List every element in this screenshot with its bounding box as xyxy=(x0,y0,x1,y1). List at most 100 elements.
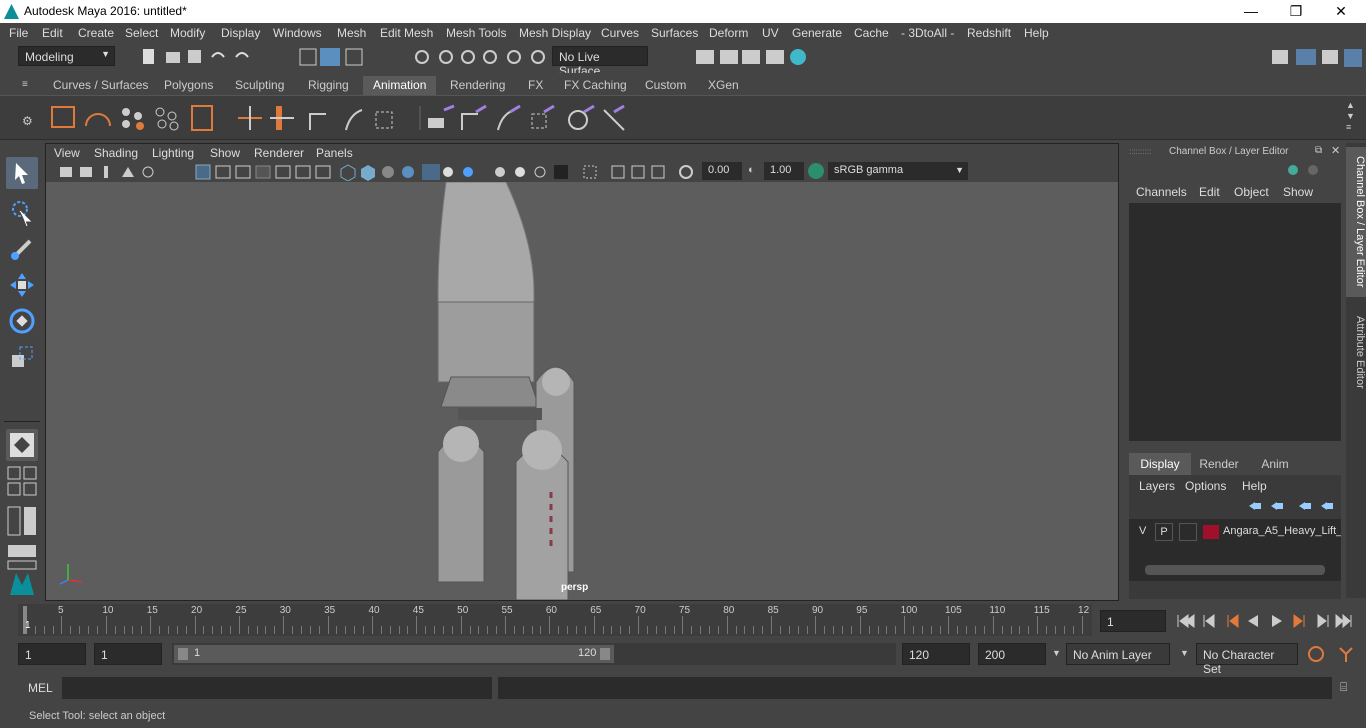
tab-custom[interactable]: Custom xyxy=(635,76,696,95)
maximize-button[interactable]: ❐ xyxy=(1273,0,1319,23)
tab-xgen[interactable]: XGen xyxy=(698,76,749,95)
layer-row[interactable]: V P Angara_A5_Heavy_Lift_ xyxy=(1133,523,1341,541)
menu-3dtoall[interactable]: - 3DtoAll - xyxy=(901,26,954,40)
color-space-dropdown[interactable]: sRGB gamma ▼ xyxy=(828,162,968,180)
tab-polygons[interactable]: Polygons xyxy=(154,76,223,95)
end-time-field[interactable]: 200 xyxy=(978,643,1046,665)
layer-menu-help[interactable]: Help xyxy=(1242,479,1267,493)
channel-list[interactable] xyxy=(1129,203,1341,441)
channel-menu-show[interactable]: Show xyxy=(1283,185,1313,199)
gear-icon[interactable]: ⚙ xyxy=(22,114,33,128)
selection-mode-icons[interactable] xyxy=(298,46,368,68)
close-icon[interactable]: ✕ xyxy=(1331,144,1340,157)
menu-generate[interactable]: Generate xyxy=(792,26,842,40)
layer-menu-options[interactable]: Options xyxy=(1185,479,1226,493)
tab-curves-surfaces[interactable]: Curves / Surfaces xyxy=(43,76,158,95)
channel-menu-edit[interactable]: Edit xyxy=(1199,185,1220,199)
shelf-scroll-arrows[interactable]: ▲ ▼ ≡ xyxy=(1346,100,1355,133)
layer-visibility-toggle[interactable]: V xyxy=(1139,525,1146,537)
tab-layer-display[interactable]: Display xyxy=(1129,453,1191,475)
menu-mesh[interactable]: Mesh xyxy=(337,26,366,40)
viewport-menu-lighting[interactable]: Lighting xyxy=(152,146,194,160)
menu-modify[interactable]: Modify xyxy=(170,26,205,40)
command-input[interactable] xyxy=(62,677,492,699)
viewport-menu-shading[interactable]: Shading xyxy=(94,146,138,160)
workspace-layout-icons[interactable] xyxy=(1270,46,1366,68)
scale-tool-icon[interactable] xyxy=(6,341,38,373)
tab-layer-anim[interactable]: Anim xyxy=(1249,453,1301,475)
shelf-menu-icon[interactable]: ≡ xyxy=(22,79,28,90)
side-tab-attribute-editor[interactable]: Attribute Editor xyxy=(1346,307,1366,397)
panel-grip[interactable]: :::::::::: xyxy=(1129,147,1151,156)
single-perspective-layout-icon[interactable] xyxy=(6,429,38,461)
rotate-tool-icon[interactable] xyxy=(6,305,38,337)
script-editor-icon[interactable]: ⌸ xyxy=(1340,680,1347,695)
range-start-grip[interactable] xyxy=(178,648,188,660)
gamma-field[interactable]: 1.00 xyxy=(764,162,804,180)
tab-rigging[interactable]: Rigging xyxy=(298,76,359,95)
anim-end-field[interactable]: 120 xyxy=(902,643,970,665)
layer-name[interactable]: Angara_A5_Heavy_Lift_ xyxy=(1223,525,1341,537)
menu-windows[interactable]: Windows xyxy=(273,26,322,40)
chevron-down-icon[interactable]: ▼ xyxy=(1052,648,1061,658)
viewport-menu-panels[interactable]: Panels xyxy=(316,146,353,160)
color-management-icon[interactable] xyxy=(808,163,824,179)
render-icons[interactable] xyxy=(694,46,814,68)
menu-redshift[interactable]: Redshift xyxy=(967,26,1011,40)
tab-sculpting[interactable]: Sculpting xyxy=(225,76,294,95)
character-set-field[interactable]: No Character Set xyxy=(1196,643,1298,676)
outliner-layout-icon[interactable] xyxy=(6,505,38,537)
layer-playback-toggle[interactable]: P xyxy=(1155,523,1173,541)
menu-deform[interactable]: Deform xyxy=(709,26,748,40)
float-icon[interactable]: ⧉ xyxy=(1315,145,1322,156)
side-tab-channel-box[interactable]: Channel Box / Layer Editor xyxy=(1346,147,1366,297)
menu-file[interactable]: File xyxy=(9,26,28,40)
paint-select-tool-icon[interactable] xyxy=(6,233,38,265)
layer-horizontal-scrollbar[interactable] xyxy=(1145,565,1325,575)
time-slider[interactable]: 5 10 15 20 25 30 35 40 45 50 55 60 65 70 75 80 85 90 95 100… xyxy=(18,604,1092,636)
menu-mesh-tools[interactable]: Mesh Tools xyxy=(446,26,506,40)
viewport-menu-renderer[interactable]: Renderer xyxy=(254,146,304,160)
animation-shelf-icons[interactable] xyxy=(48,102,638,134)
script-language-label[interactable]: MEL xyxy=(28,681,53,695)
menu-set-dropdown[interactable]: Modeling ▼ xyxy=(18,46,115,66)
panel-toolbar-icons[interactable] xyxy=(56,163,696,181)
anim-layer-field[interactable]: No Anim Layer xyxy=(1066,643,1170,665)
lasso-tool-icon[interactable] xyxy=(6,197,38,229)
snap-icons[interactable] xyxy=(410,46,550,68)
range-slider[interactable]: 1 120 xyxy=(172,643,896,665)
channel-menu-channels[interactable]: Channels xyxy=(1136,185,1187,199)
menu-edit-mesh[interactable]: Edit Mesh xyxy=(380,26,433,40)
menu-curves[interactable]: Curves xyxy=(601,26,639,40)
menu-edit[interactable]: Edit xyxy=(42,26,63,40)
viewport-menu-show[interactable]: Show xyxy=(210,146,240,160)
channel-menu-object[interactable]: Object xyxy=(1234,185,1269,199)
menu-uv[interactable]: UV xyxy=(762,26,779,40)
file-tools-icons[interactable] xyxy=(140,47,280,67)
tab-fx-caching[interactable]: FX Caching xyxy=(554,76,637,95)
menu-mesh-display[interactable]: Mesh Display xyxy=(519,26,591,40)
rocket-model[interactable] xyxy=(46,182,1118,600)
layer-action-icons[interactable] xyxy=(1247,499,1337,513)
current-frame-field[interactable]: 1 xyxy=(1100,610,1166,632)
minimize-button[interactable]: — xyxy=(1228,0,1274,23)
range-slider-handle[interactable]: 1 120 xyxy=(174,645,614,663)
auto-key-icons[interactable] xyxy=(1306,644,1362,664)
tab-rendering[interactable]: Rendering xyxy=(440,76,515,95)
menu-cache[interactable]: Cache xyxy=(854,26,889,40)
menu-select[interactable]: Select xyxy=(125,26,158,40)
menu-create[interactable]: Create xyxy=(78,26,114,40)
move-tool-icon[interactable] xyxy=(6,269,38,301)
range-end-grip[interactable] xyxy=(600,648,610,660)
menu-help[interactable]: Help xyxy=(1024,26,1049,40)
start-time-field[interactable]: 1 xyxy=(18,643,86,665)
playback-buttons[interactable] xyxy=(1176,612,1356,630)
layer-menu-layers[interactable]: Layers xyxy=(1139,479,1175,493)
menu-display[interactable]: Display xyxy=(221,26,260,40)
layer-color-swatch[interactable] xyxy=(1203,525,1219,539)
close-button[interactable]: ✕ xyxy=(1318,0,1364,23)
viewport-menu-view[interactable]: View xyxy=(54,146,80,160)
chevron-down-icon[interactable]: ▼ xyxy=(1180,648,1189,658)
live-surface-field[interactable]: No Live Surface xyxy=(552,46,648,78)
menu-surfaces[interactable]: Surfaces xyxy=(651,26,698,40)
